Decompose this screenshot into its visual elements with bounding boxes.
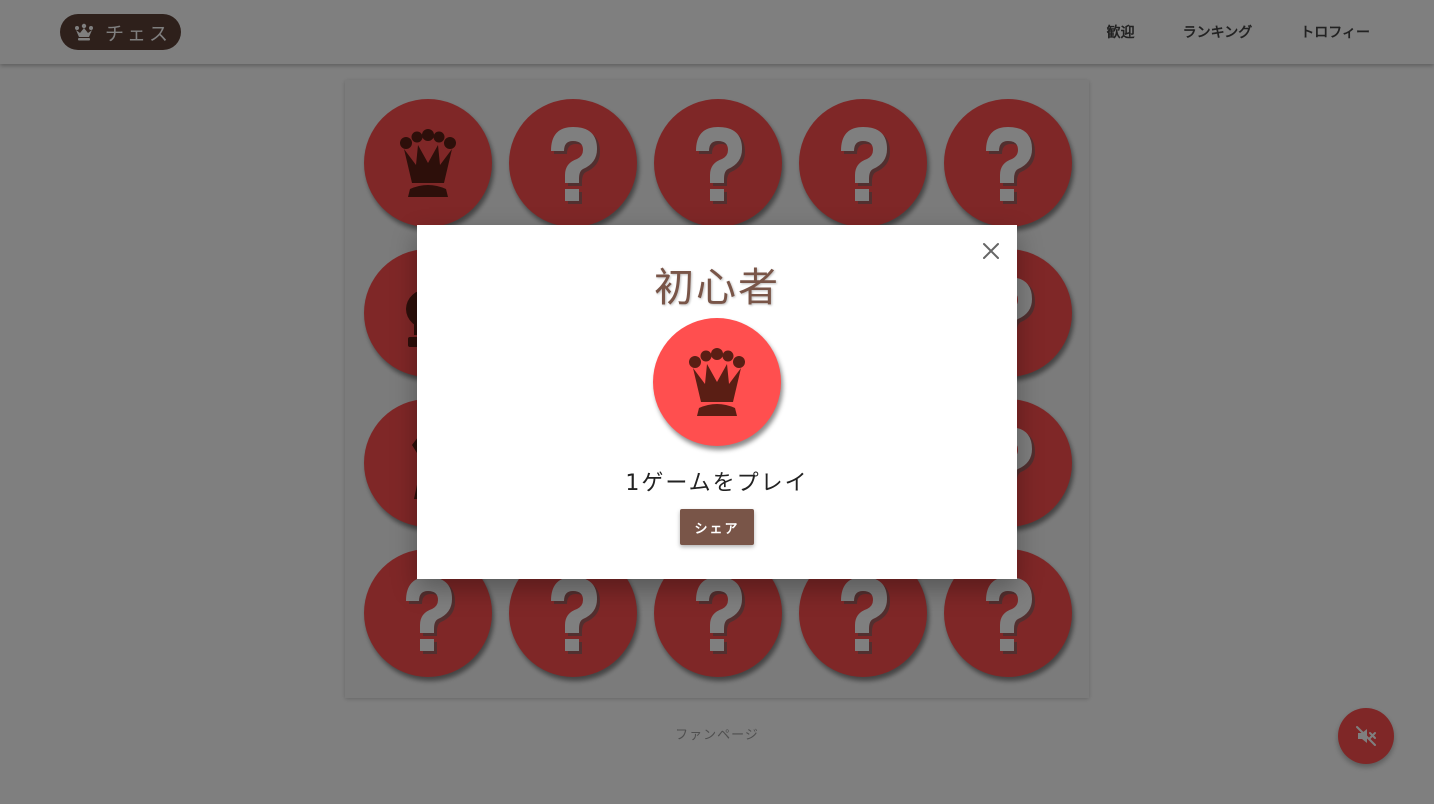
modal-title: 初心者 (654, 265, 780, 311)
app: チェス 歓迎 ランキング トロフィー (0, 0, 1434, 804)
share-button[interactable]: シェア (680, 509, 754, 545)
trophy-queen-icon (653, 318, 781, 446)
modal-description: 1ゲームをプレイ (625, 471, 809, 496)
trophy-modal: 初心者 1ゲームをプレイ シェア (417, 225, 1017, 579)
